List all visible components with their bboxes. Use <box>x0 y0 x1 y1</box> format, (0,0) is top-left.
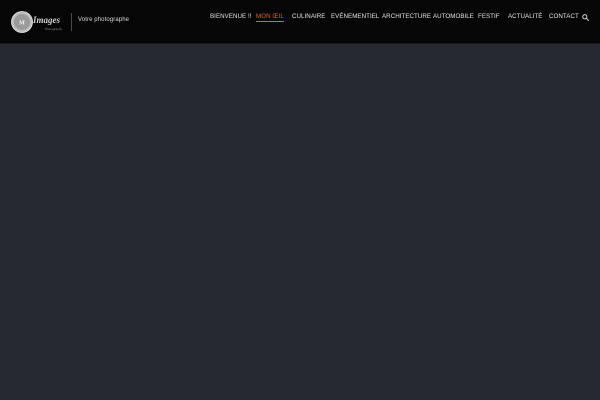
main-content-area <box>0 44 600 400</box>
nav-item-evenementiel[interactable]: EVÉNEMENTIEL <box>331 13 379 20</box>
nav-item-contact[interactable]: CONTACT <box>549 13 579 20</box>
nav-item-automobile[interactable]: AUTOMOBILE <box>433 13 474 20</box>
nav-item-culinaire[interactable]: CULINAIRE <box>292 13 325 20</box>
nav-item-architecture[interactable]: ARCHITECTURE <box>382 13 431 20</box>
main-nav: BIENVENUE !! MON ŒIL CULINAIRE EVÉNEMENT… <box>0 13 600 23</box>
search-icon[interactable] <box>582 14 589 21</box>
nav-item-mon-oeil[interactable]: MON ŒIL <box>256 13 284 22</box>
nav-item-festif[interactable]: FESTIF <box>478 13 500 20</box>
nav-item-bienvenue[interactable]: BIENVENUE !! <box>210 13 252 20</box>
site-header: M Images Photography Votre photographe B… <box>0 0 600 43</box>
nav-item-actualite[interactable]: ACTUALITÉ <box>508 13 543 20</box>
logo-subtext: Photography <box>45 27 63 31</box>
